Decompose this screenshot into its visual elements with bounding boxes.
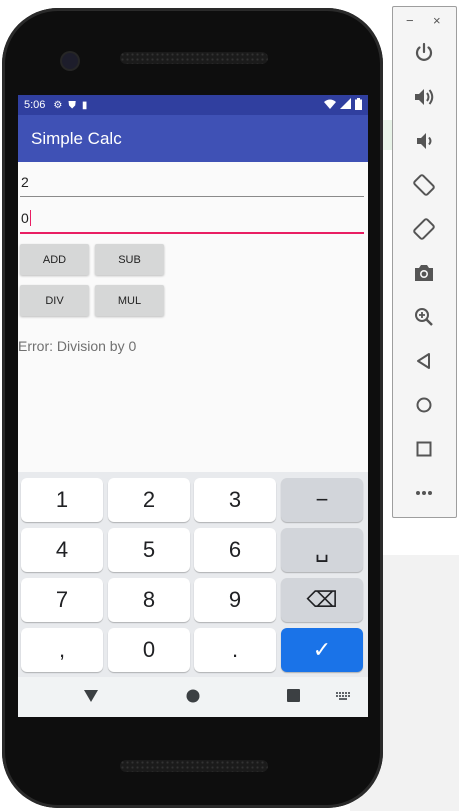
status-bar: 5:06 ⚙ ⛊ ▮ — [18, 95, 368, 115]
volume-up-icon[interactable] — [412, 85, 436, 109]
key-8[interactable]: 8 — [108, 578, 190, 622]
power-icon[interactable] — [412, 41, 436, 65]
key-0[interactable]: 0 — [108, 628, 190, 672]
first-number-value: 2 — [21, 173, 29, 190]
div-button[interactable]: DIV — [20, 285, 89, 316]
home-nav-icon[interactable] — [186, 689, 200, 703]
rotate-right-icon[interactable] — [412, 217, 436, 241]
battery-icon — [355, 98, 362, 110]
mul-button[interactable]: MUL — [95, 285, 164, 316]
key-space[interactable]: ␣ — [281, 528, 363, 572]
app-bar: Simple Calc — [18, 115, 368, 162]
keyboard-switch-icon[interactable] — [336, 692, 350, 701]
back-icon[interactable] — [412, 349, 436, 373]
volume-down-icon[interactable] — [412, 129, 436, 153]
app-title: Simple Calc — [31, 129, 122, 148]
top-speaker — [120, 52, 268, 64]
sd-card-icon: ▮ — [81, 99, 88, 111]
home-icon[interactable] — [412, 393, 436, 417]
key-5[interactable]: 5 — [108, 528, 190, 572]
key-done[interactable]: ✓ — [281, 628, 363, 672]
first-number-input[interactable]: 2 — [20, 167, 364, 197]
sub-button[interactable]: SUB — [95, 244, 164, 275]
shield-icon: ⛊ — [68, 99, 76, 111]
key-comma[interactable]: , — [21, 628, 103, 672]
key-minus[interactable]: − — [281, 478, 363, 522]
minimize-button[interactable]: − — [406, 13, 414, 28]
key-2[interactable]: 2 — [108, 478, 190, 522]
key-7[interactable]: 7 — [21, 578, 103, 622]
more-icon[interactable] — [412, 481, 436, 505]
key-4[interactable]: 4 — [21, 528, 103, 572]
numeric-keyboard: 1 2 3 − 4 5 6 ␣ 7 8 9 ⌫ , 0 . ✓ — [18, 472, 368, 677]
status-time: 5:06 — [24, 99, 46, 111]
recents-nav-icon[interactable] — [287, 689, 300, 702]
rotate-left-icon[interactable] — [412, 173, 436, 197]
text-cursor — [29, 210, 31, 226]
emulator-toolbar: − × — [392, 6, 457, 518]
signal-icon — [340, 98, 351, 109]
settings-icon: ⚙ — [53, 99, 63, 111]
zoom-icon[interactable] — [412, 305, 436, 329]
front-camera — [62, 53, 78, 69]
result-text: Error: Division by 0 — [18, 338, 137, 354]
key-9[interactable]: 9 — [194, 578, 276, 622]
key-1[interactable]: 1 — [21, 478, 103, 522]
key-6[interactable]: 6 — [194, 528, 276, 572]
camera-icon[interactable] — [412, 261, 436, 285]
second-number-input[interactable]: 0 — [20, 204, 364, 234]
back-nav-icon[interactable] — [84, 689, 98, 703]
device-screen: 5:06 ⚙ ⛊ ▮ Simple Calc 2 0 ADD SUB DIV M… — [18, 95, 368, 717]
second-number-value: 0 — [21, 210, 29, 226]
add-button[interactable]: ADD — [20, 244, 89, 275]
key-3[interactable]: 3 — [194, 478, 276, 522]
navigation-bar — [18, 677, 368, 717]
close-button[interactable]: × — [433, 13, 441, 28]
key-period[interactable]: . — [194, 628, 276, 672]
wifi-icon — [324, 99, 336, 109]
bottom-speaker — [120, 760, 268, 772]
overview-icon[interactable] — [412, 437, 436, 461]
key-backspace[interactable]: ⌫ — [281, 578, 363, 622]
